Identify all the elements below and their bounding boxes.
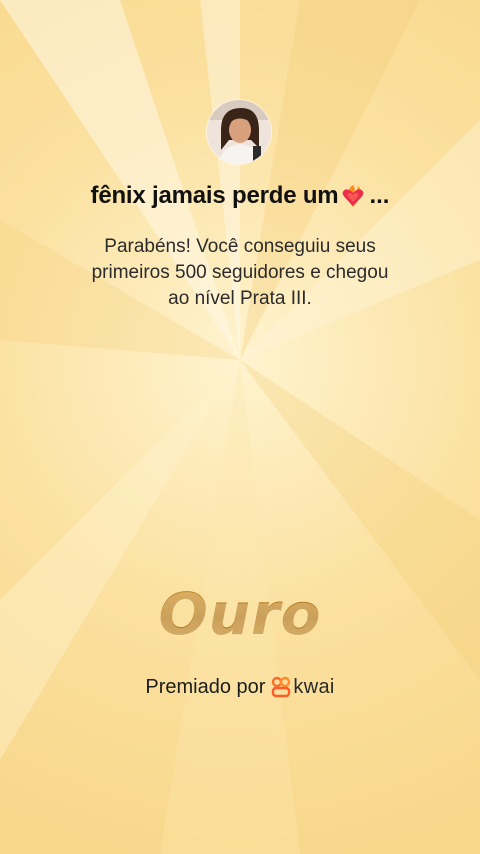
awarded-by-row: Premiado por kwai — [0, 672, 480, 702]
level-title: Ouro — [0, 580, 480, 648]
message-line-3: ao nível Prata III. — [168, 288, 312, 309]
username-ellipsis: ... — [369, 182, 390, 209]
username-row[interactable]: fênix jamais perde um ... — [0, 178, 480, 214]
message-line-2: primeiros 500 seguidores e chegou — [91, 262, 389, 283]
username: fênix jamais perde um — [90, 182, 339, 209]
profile-avatar[interactable] — [207, 100, 271, 164]
awarded-by-label: Premiado por — [145, 675, 266, 698]
achievement-screen: fênix jamais perde um ... Parabéns! Você… — [0, 0, 480, 854]
message-line-1: Parabéns! Você conseguiu seus — [104, 236, 376, 257]
profile-photo-avatar-icon — [207, 100, 271, 164]
congratulations-message: Parabéns! Você conseguiu seus primeiros … — [40, 234, 440, 312]
heart-on-fire-icon — [339, 182, 367, 210]
kwai-brand-name: kwai — [293, 675, 335, 698]
kwai-logo-icon — [271, 676, 291, 698]
